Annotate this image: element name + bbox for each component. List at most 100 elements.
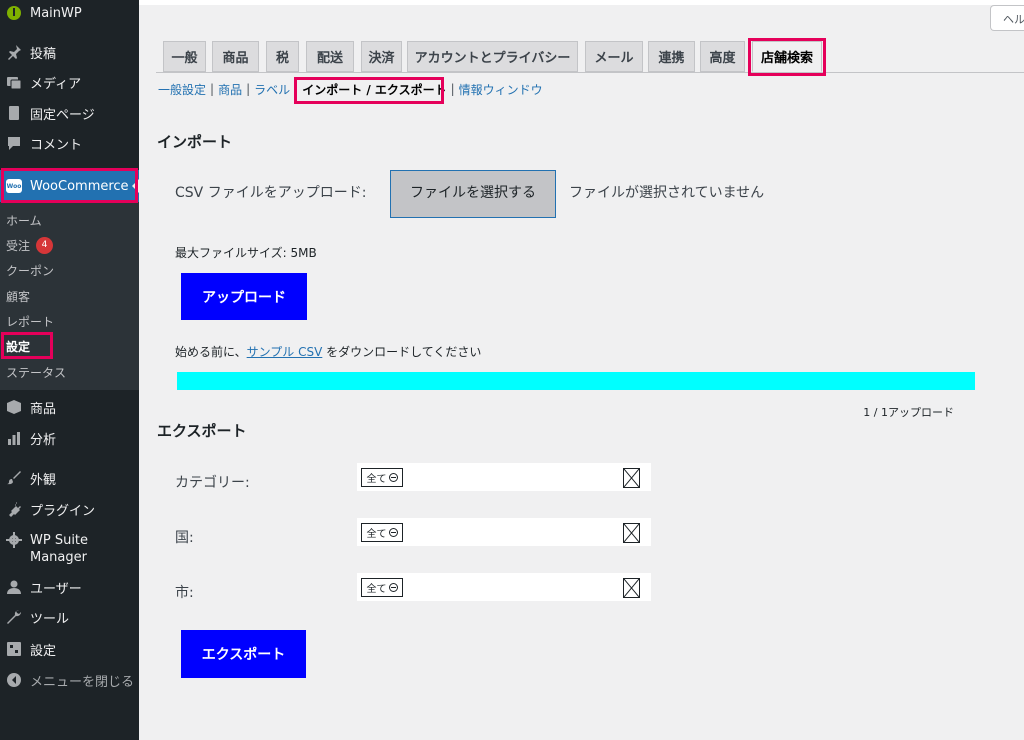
submenu-status[interactable]: ステータス <box>6 362 66 382</box>
csv-upload-label: CSV ファイルをアップロード: <box>175 185 367 201</box>
menu-item-pages[interactable]: 固定ページ <box>0 98 139 128</box>
choose-file-button[interactable]: ファイルを選択する <box>390 170 556 218</box>
menu-item-settings[interactable]: 設定 <box>0 634 139 664</box>
sample-csv-link[interactable]: サンプル CSV <box>247 345 323 359</box>
upload-button[interactable]: アップロード <box>181 273 307 320</box>
city-select[interactable]: 全て <box>361 578 403 597</box>
bar-chart-icon <box>6 430 22 446</box>
country-select[interactable]: 全て <box>361 523 403 542</box>
menu-item-analytics[interactable]: 分析 <box>0 423 139 453</box>
country-label: 国: <box>175 530 194 546</box>
collapse-menu-button[interactable]: メニューを閉じる <box>0 665 139 695</box>
submenu-settings[interactable]: 設定 <box>6 336 30 356</box>
menu-item-media[interactable]: メディア <box>0 67 139 97</box>
no-file-selected-text: ファイルが選択されていません <box>569 185 765 201</box>
admin-bar-strip <box>139 0 1024 5</box>
choose-file-label: ファイルを選択する <box>410 185 536 201</box>
select-value: 全て <box>366 529 387 540</box>
upload-progress-fill <box>177 372 975 390</box>
menu-item-appearance[interactable]: 外観 <box>0 463 139 493</box>
menu-item-posts[interactable]: 投稿 <box>0 37 139 67</box>
submenu-label: 設定 <box>6 339 31 354</box>
woocommerce-submenu: ホーム 受注 4 クーポン 顧客 レポート 設定 ステータス <box>0 202 139 390</box>
help-label: ヘルプ <box>1003 13 1024 26</box>
subtab-products[interactable]: 商品 <box>218 81 242 98</box>
menu-label: プラグイン <box>30 503 96 519</box>
submenu-coupons[interactable]: クーポン <box>6 260 54 280</box>
subsection-links: 一般設定 | 商品 | ラベル | インポート / エクスポート | 情報ウィンドウ <box>158 80 543 98</box>
upload-label: アップロード <box>202 289 286 306</box>
tab-advanced[interactable]: 高度 <box>700 41 745 72</box>
menu-label: 固定ページ <box>30 107 95 123</box>
clear-icon[interactable] <box>623 578 640 598</box>
submenu-label: ステータス <box>6 365 67 380</box>
country-field: 全て <box>357 518 651 546</box>
submenu-reports[interactable]: レポート <box>6 311 54 331</box>
clear-icon[interactable] <box>623 523 640 543</box>
category-select[interactable]: 全て <box>361 468 403 487</box>
menu-label: 設定 <box>30 643 57 659</box>
tab-tax[interactable]: 税 <box>266 41 299 72</box>
category-field: 全て <box>357 463 651 491</box>
tab-emails[interactable]: メール <box>585 41 643 72</box>
import-heading: インポート <box>157 133 233 151</box>
subtab-separator: | <box>246 82 251 96</box>
tab-store-locator[interactable]: 店舗検索 <box>752 41 822 72</box>
subtab-import-export[interactable]: インポート / エクスポート <box>302 81 446 98</box>
menu-label: 分析 <box>30 432 57 448</box>
select-value: 全て <box>366 474 387 485</box>
tab-payments[interactable]: 決済 <box>361 41 402 72</box>
city-field: 全て <box>357 573 651 601</box>
tab-general[interactable]: 一般 <box>163 41 206 72</box>
plug-icon <box>6 501 22 517</box>
user-icon <box>6 579 22 595</box>
menu-item-users[interactable]: ユーザー <box>0 572 139 602</box>
menu-item-comments[interactable]: コメント <box>0 128 139 158</box>
gear-icon <box>6 532 22 548</box>
menu-item-wp-suite-manager[interactable]: WP Suite Manager <box>0 528 139 568</box>
select-value: 全て <box>366 584 387 595</box>
clear-icon[interactable] <box>623 468 640 488</box>
pushpin-icon <box>6 44 22 60</box>
upload-progress-text: 1 / 1アップロード <box>863 406 954 419</box>
menu-item-plugins[interactable]: プラグイン <box>0 494 139 524</box>
city-label: 市: <box>175 585 194 601</box>
submenu-orders[interactable]: 受注 4 <box>6 235 54 255</box>
export-label: エクスポート <box>201 647 286 663</box>
export-heading: エクスポート <box>157 422 247 440</box>
chevron-down-icon <box>388 473 398 482</box>
menu-label: 外観 <box>30 472 57 488</box>
tab-products[interactable]: 商品 <box>212 41 259 72</box>
submenu-label: 受注 <box>6 238 31 253</box>
tab-shipping[interactable]: 配送 <box>306 41 354 72</box>
subtab-labels[interactable]: ラベル <box>254 81 290 98</box>
settings-icon <box>6 641 22 657</box>
chevron-down-icon <box>388 528 398 537</box>
menu-item-mainwp[interactable]: MainWP <box>0 0 139 28</box>
export-button[interactable]: エクスポート <box>181 630 306 678</box>
orders-count-badge: 4 <box>36 236 54 254</box>
submenu-label: 顧客 <box>6 289 31 304</box>
sample-prefix-text: 始める前に、 <box>175 345 247 359</box>
tab-accounts[interactable]: アカウントとプライバシー <box>407 41 578 72</box>
menu-item-tools[interactable]: ツール <box>0 602 139 632</box>
tab-integration[interactable]: 連携 <box>648 41 695 72</box>
submenu-home[interactable]: ホーム <box>6 210 42 230</box>
subtab-separator: | <box>294 82 299 96</box>
menu-item-products[interactable]: 商品 <box>0 392 139 422</box>
menu-label: メニューを閉じる <box>30 674 135 690</box>
sample-suffix-text: をダウンロードしてください <box>326 345 482 359</box>
subtab-info-window[interactable]: 情報ウィンドウ <box>459 81 543 98</box>
category-label: カテゴリー: <box>175 475 250 491</box>
menu-label: WooCommerce <box>30 178 129 194</box>
current-menu-arrow <box>132 178 140 194</box>
sample-csv-note: 始める前に、サンプル CSV をダウンロードしてください <box>175 343 481 360</box>
help-tab-button[interactable]: ヘルプ <box>990 5 1024 31</box>
menu-label: WP Suite Manager <box>30 533 89 565</box>
wrench-icon <box>6 609 22 625</box>
menu-label: メディア <box>30 76 82 92</box>
subtab-general-settings[interactable]: 一般設定 <box>158 81 206 98</box>
submenu-customers[interactable]: 顧客 <box>6 286 30 306</box>
page-icon <box>6 105 22 121</box>
menu-item-woocommerce[interactable]: Woo WooCommerce <box>0 170 140 202</box>
